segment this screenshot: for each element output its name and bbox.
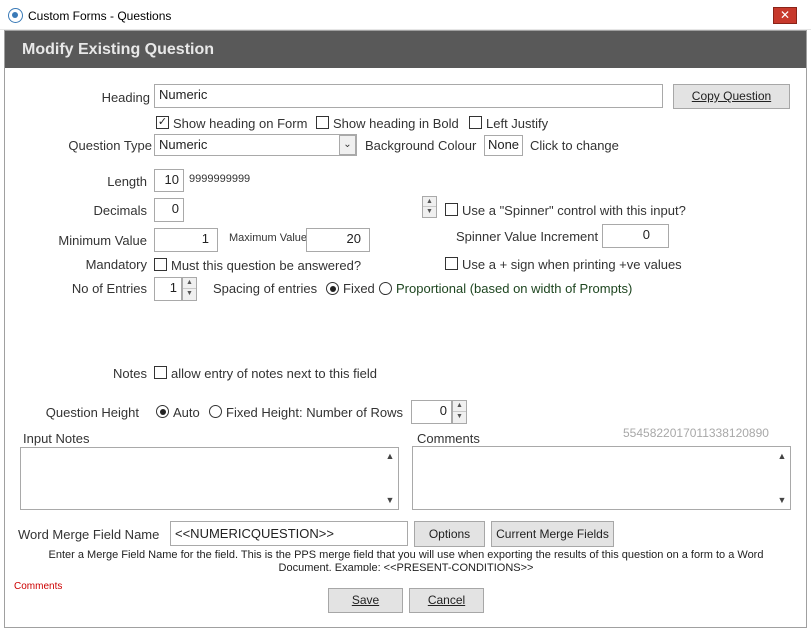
up-arrow-icon[interactable]: ▲ <box>453 401 466 412</box>
current-merge-fields-button[interactable]: Current Merge Fields <box>491 521 614 547</box>
entries-input[interactable]: 1 <box>154 277 182 301</box>
heading-label: Heading <box>102 90 150 105</box>
show-heading-checkbox[interactable]: ✓ <box>156 116 169 129</box>
close-button[interactable]: ✕ <box>773 7 797 24</box>
minimum-value-input[interactable]: 1 <box>154 228 218 252</box>
spinner-label: Use a "Spinner" control with this input? <box>462 203 686 218</box>
spacing-fixed-radio[interactable] <box>326 282 339 295</box>
plus-sign-label: Use a + sign when printing +ve values <box>462 257 682 272</box>
bold-checkbox[interactable] <box>316 116 329 129</box>
down-arrow-icon[interactable]: ▼ <box>453 412 466 423</box>
bold-label: Show heading in Bold <box>333 116 459 131</box>
left-justify-checkbox[interactable] <box>469 116 482 129</box>
length-input[interactable]: 10 <box>154 169 184 192</box>
spinner-increment-label: Spinner Value Increment <box>456 229 598 244</box>
show-heading-label: Show heading on Form <box>173 116 307 131</box>
input-notes-label: Input Notes <box>23 431 90 446</box>
spinner-checkbox[interactable] <box>445 203 458 216</box>
heading-input[interactable]: Numeric <box>154 84 663 108</box>
page-title: Modify Existing Question <box>22 41 214 59</box>
input-notes-textarea[interactable] <box>20 447 399 510</box>
spacing-label: Spacing of entries <box>213 281 317 296</box>
record-id: 5545822017011338120890 <box>623 426 769 440</box>
comments-textarea[interactable] <box>412 446 791 510</box>
left-justify-label: Left Justify <box>486 116 548 131</box>
comments-label: Comments <box>417 431 480 446</box>
save-label: Save <box>352 593 379 607</box>
chevron-down-icon[interactable]: ⌄ <box>339 135 356 155</box>
mandatory-label: Mandatory <box>86 257 147 272</box>
height-fixed-label: Fixed Height: Number of Rows <box>226 405 403 420</box>
merge-field-label: Word Merge Field Name <box>18 527 159 542</box>
spacing-proportional-label: Proportional (based on width of Prompts) <box>396 281 632 296</box>
merge-field-input[interactable]: <<NUMERICQUESTION>> <box>170 521 408 546</box>
decimals-label: Decimals <box>94 203 147 218</box>
height-fixed-radio[interactable] <box>209 405 222 418</box>
down-arrow-icon: ▼ <box>423 207 436 217</box>
cancel-button[interactable]: Cancel <box>409 588 484 613</box>
scroll-down-icon[interactable]: ▼ <box>775 495 789 505</box>
merge-help-text: Enter a Merge Field Name for the field. … <box>14 549 798 571</box>
question-type-label: Question Type <box>68 138 152 153</box>
save-button[interactable]: Save <box>328 588 403 613</box>
notes-checkbox[interactable] <box>154 366 167 379</box>
maximum-value-label: Maximum Value <box>229 232 307 244</box>
notes-label: Notes <box>113 366 147 381</box>
entries-spinner[interactable]: ▲▼ <box>182 277 197 301</box>
scroll-up-icon[interactable]: ▲ <box>383 451 397 461</box>
plus-sign-checkbox[interactable] <box>445 257 458 270</box>
spinner-preview: ▲▼ <box>422 196 437 218</box>
rows-input[interactable]: 0 <box>411 400 452 424</box>
spinner-increment-input[interactable]: 0 <box>602 224 669 248</box>
minimum-value-label: Minimum Value <box>58 233 147 248</box>
copy-question-button[interactable]: Copy Question <box>673 84 790 109</box>
scroll-up-icon[interactable]: ▲ <box>775 451 789 461</box>
down-arrow-icon[interactable]: ▼ <box>183 289 196 300</box>
maximum-value-input[interactable]: 20 <box>306 228 370 252</box>
background-colour-hint: Click to change <box>530 138 619 153</box>
merge-help-line-2: Document. Example: <<PRESENT-CONDITIONS>… <box>14 562 798 571</box>
merge-help-line-1: Enter a Merge Field Name for the field. … <box>14 549 798 562</box>
up-arrow-icon: ▲ <box>423 197 436 207</box>
entries-label: No of Entries <box>72 281 147 296</box>
app-icon <box>8 8 23 23</box>
comments-link[interactable]: Comments <box>14 581 62 592</box>
question-type-select[interactable]: Numeric <box>154 134 357 156</box>
up-arrow-icon[interactable]: ▲ <box>183 278 196 289</box>
options-button[interactable]: Options <box>414 521 485 547</box>
mandatory-checkbox[interactable] <box>154 258 167 271</box>
window-title: Custom Forms - Questions <box>28 9 171 23</box>
height-auto-radio[interactable] <box>156 405 169 418</box>
length-mask: 9999999999 <box>189 173 250 185</box>
rows-spinner[interactable]: ▲▼ <box>452 400 467 424</box>
spacing-proportional-radio[interactable] <box>379 282 392 295</box>
spacing-fixed-label: Fixed <box>343 281 375 296</box>
cancel-label: Cancel <box>428 593 465 607</box>
mandatory-check-label: Must this question be answered? <box>171 258 361 273</box>
question-height-label: Question Height <box>46 405 139 420</box>
copy-question-label: Copy Question <box>692 89 771 103</box>
height-auto-label: Auto <box>173 405 200 420</box>
length-label: Length <box>107 174 147 189</box>
background-colour-label: Background Colour <box>365 138 476 153</box>
scroll-down-icon[interactable]: ▼ <box>383 495 397 505</box>
decimals-input[interactable]: 0 <box>154 198 184 222</box>
notes-check-label: allow entry of notes next to this field <box>171 366 377 381</box>
background-colour-swatch[interactable]: None <box>484 135 523 156</box>
